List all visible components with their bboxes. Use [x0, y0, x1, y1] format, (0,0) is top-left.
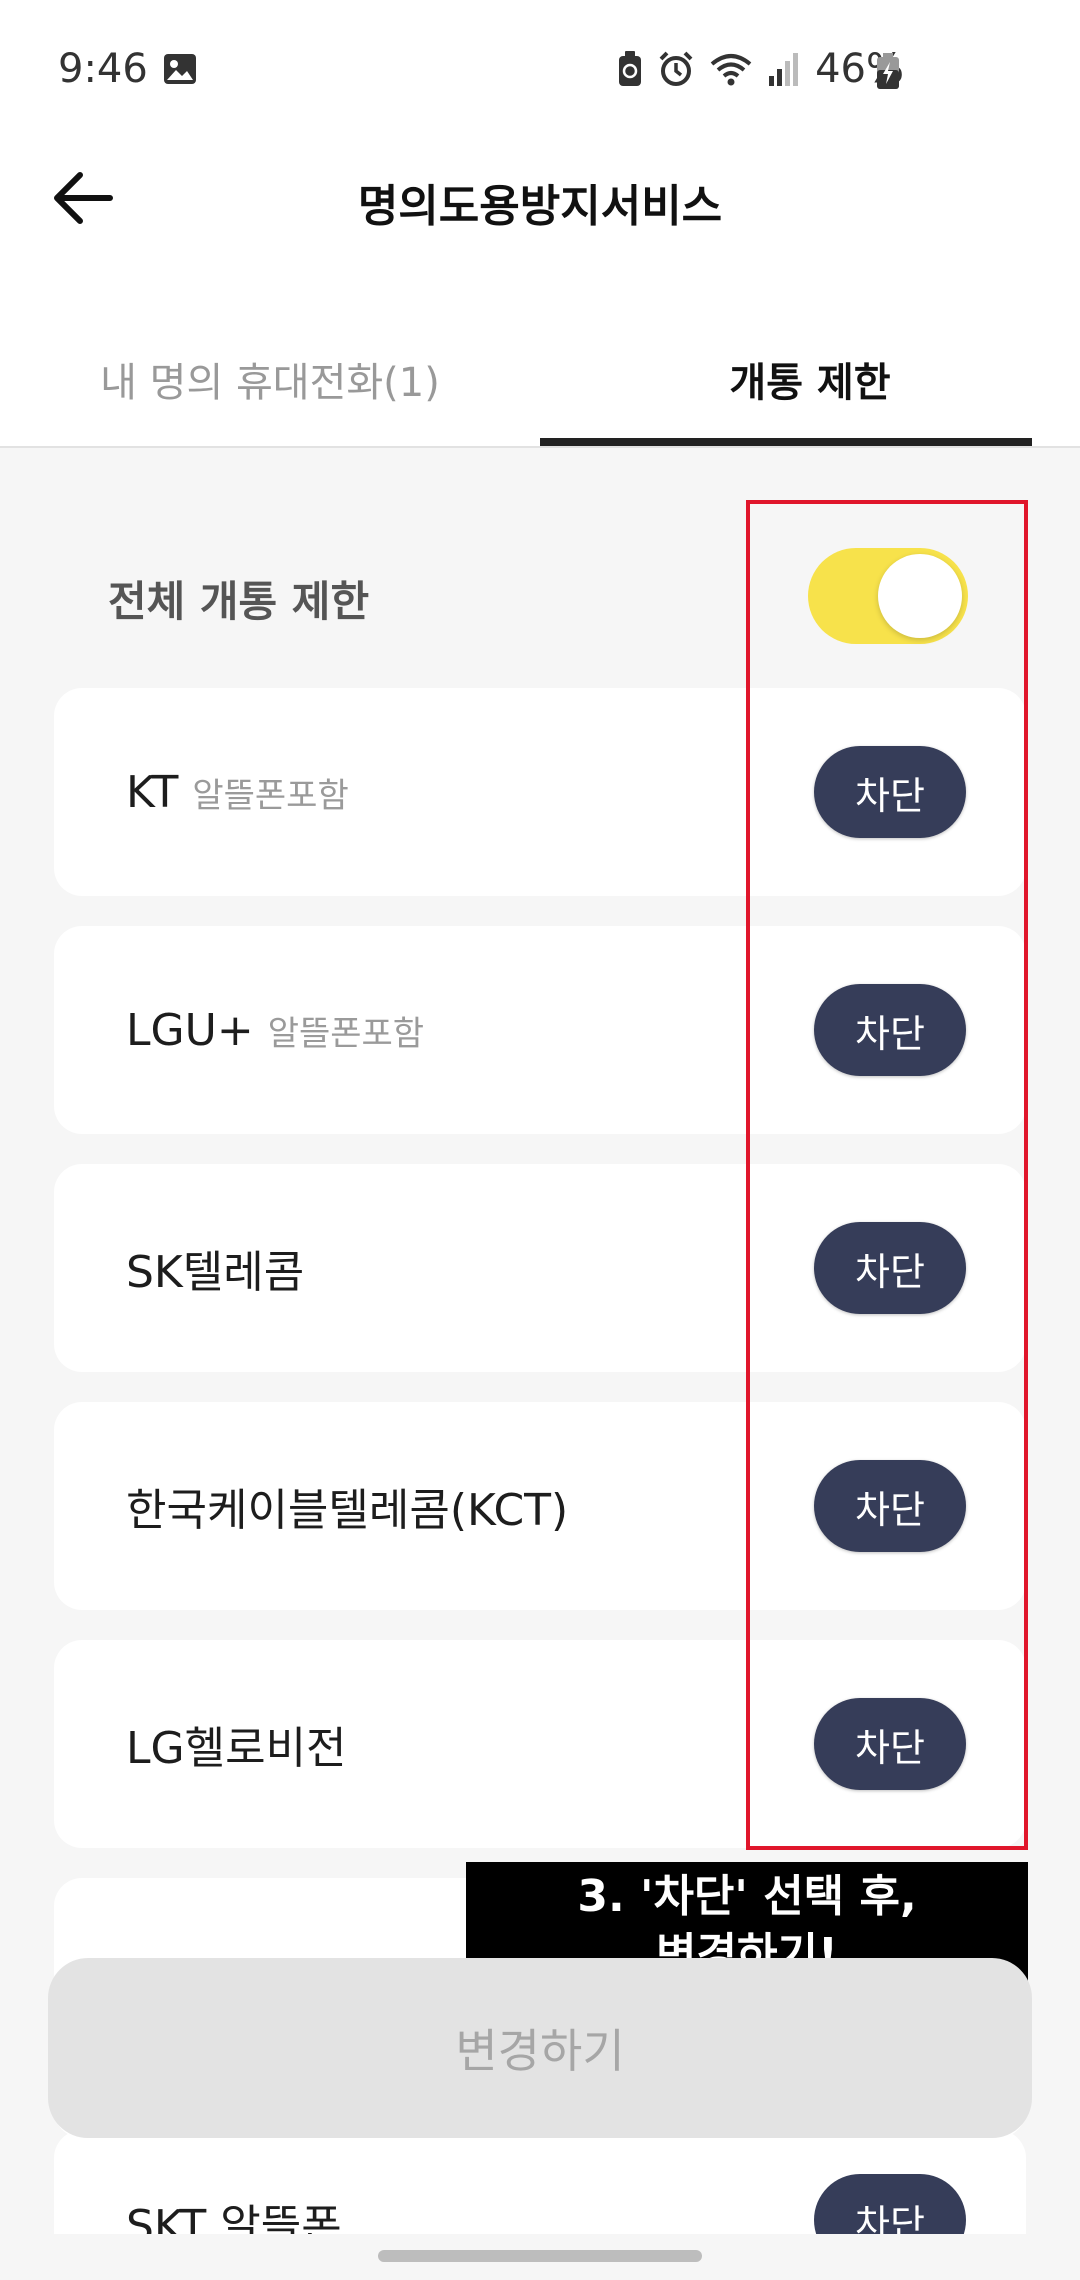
carrier-name: LG헬로비전 [126, 1723, 347, 1774]
alarm-icon [657, 50, 695, 88]
highlight-box [746, 500, 1028, 1850]
carrier-name: SK텔레콤 [126, 1247, 305, 1298]
carrier-name: KT [126, 766, 179, 818]
active-tab-indicator [540, 438, 1032, 446]
battery-saver-icon [617, 50, 643, 88]
page-title: 명의도용방지서비스 [357, 181, 723, 232]
change-button[interactable]: 변경하기 [48, 1958, 1032, 2138]
carrier-label: 한국케이블텔레콤(KCT) [126, 1402, 568, 1610]
signal-icon [767, 50, 801, 88]
carrier-name: 한국케이블텔레콤(KCT) [126, 1485, 569, 1536]
status-icons: 46% [617, 46, 904, 92]
caption-line-1: 3. '차단' 선택 후, [577, 1871, 917, 1922]
carrier-name: LGU+ [126, 1004, 254, 1056]
carrier-label: LGU+ 알뜰폰포함 [126, 926, 424, 1134]
carrier-label: KT 알뜰폰포함 [126, 688, 349, 896]
master-toggle-label: 전체 개통 제한 [108, 577, 370, 626]
battery-charging-icon [876, 52, 900, 94]
home-indicator[interactable] [378, 2250, 702, 2262]
app-header: 명의도용방지서비스 [0, 140, 1080, 260]
carrier-label: LG헬로비전 [126, 1640, 347, 1848]
status-bar: 9:46 46% [0, 0, 1080, 140]
carrier-sub: 알뜰폰포함 [192, 775, 349, 816]
tab-my-phones[interactable]: 내 명의 휴대전화(1) [0, 320, 540, 448]
image-icon [162, 52, 198, 86]
status-time: 9:46 [58, 46, 148, 92]
wifi-icon [709, 50, 753, 88]
carrier-sub: 알뜰폰포함 [267, 1013, 425, 1054]
tab-activation-limit[interactable]: 개통 제한 [540, 320, 1080, 448]
tab-bar: 내 명의 휴대전화(1) 개통 제한 [0, 320, 1080, 448]
carrier-label: SK텔레콤 [126, 1164, 304, 1372]
